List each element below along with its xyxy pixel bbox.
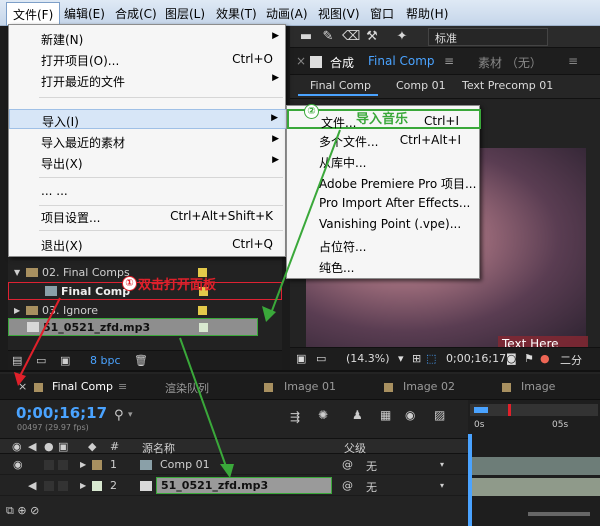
green-arrow-upper <box>269 129 341 317</box>
annotation-arrows <box>14 129 341 478</box>
green-arrowhead-lower <box>220 464 234 478</box>
red-arrowhead <box>14 372 26 386</box>
green-arrow-lower <box>179 337 229 473</box>
red-arrow <box>17 297 61 381</box>
